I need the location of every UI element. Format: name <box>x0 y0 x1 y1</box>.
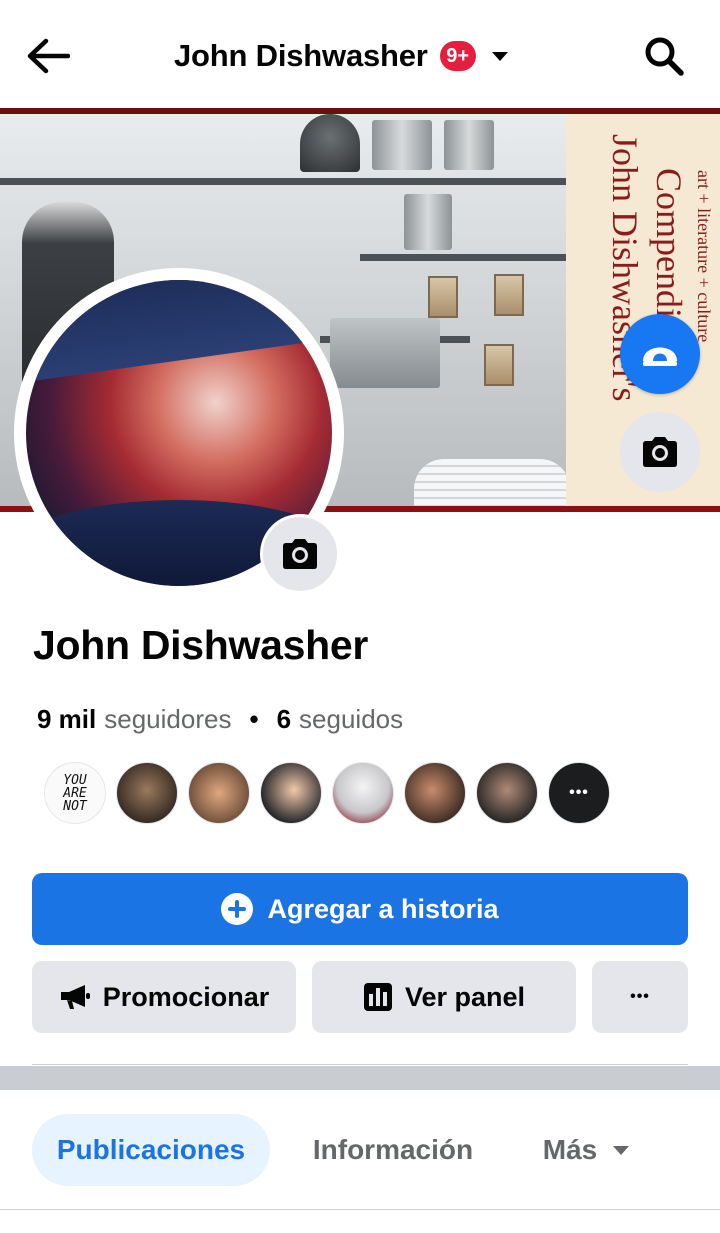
cover-shelf <box>0 178 570 185</box>
cover-portrait <box>428 276 458 318</box>
follower-avatar[interactable] <box>476 762 538 824</box>
more-options-icon: ••• <box>630 988 650 1005</box>
follow-stats: 9 mil seguidores • 6 seguidos <box>37 704 403 735</box>
followers-count: 9 mil <box>37 704 97 734</box>
cover-pot <box>300 114 360 172</box>
camera-icon <box>283 539 317 569</box>
follower-avatar[interactable]: YOU ARE NOT <box>44 762 106 824</box>
cover-app-button[interactable] <box>620 314 700 394</box>
banner-subtitle: art + literature + culture <box>694 170 714 343</box>
follower-avatar[interactable] <box>404 762 466 824</box>
following-count: 6 <box>276 704 292 734</box>
search-button[interactable] <box>638 30 690 82</box>
more-dots: ••• <box>569 784 589 801</box>
app-logo-icon <box>643 347 677 366</box>
megaphone-icon <box>60 985 90 1009</box>
cover-portrait <box>494 274 524 316</box>
tab-label: Información <box>312 1134 474 1165</box>
tab-informacion[interactable]: Información <box>290 1114 496 1186</box>
follower-avatar[interactable] <box>260 762 322 824</box>
header-title: John Dishwasher <box>174 38 428 73</box>
tab-label: Más <box>542 1134 598 1165</box>
cover-portrait <box>484 344 514 386</box>
avatar-camera-button[interactable] <box>260 514 340 594</box>
cover-dish-rack <box>330 318 440 388</box>
profile-tabs: Publicaciones Información Más <box>0 1090 720 1210</box>
following-label: seguidos <box>299 704 404 734</box>
caret-down-icon <box>491 51 508 61</box>
tab-mas[interactable]: Más <box>516 1114 656 1186</box>
profile-switcher[interactable]: John Dishwasher 9+ <box>174 34 508 78</box>
caret-down-icon <box>613 1145 630 1155</box>
secondary-actions: Promocionar Ver panel ••• <box>32 961 688 1033</box>
promote-label: Promocionar <box>102 981 270 1012</box>
back-button[interactable] <box>22 30 74 82</box>
cover-pans <box>404 194 452 250</box>
follower-avatar[interactable] <box>116 762 178 824</box>
camera-icon <box>643 437 677 467</box>
arrow-left-icon <box>27 38 70 74</box>
cover-shelf <box>360 254 570 261</box>
follower-avatar-row: YOU ARE NOT ••• <box>44 762 620 824</box>
bar-chart-icon <box>363 983 392 1011</box>
notification-badge: 9+ <box>439 41 476 71</box>
divider <box>32 1064 688 1065</box>
view-panel-label: Ver panel <box>404 981 526 1012</box>
more-followers-button[interactable]: ••• <box>548 762 610 824</box>
section-separator <box>0 1066 720 1090</box>
cover-plates <box>414 459 570 506</box>
follower-avatar-text: YOU ARE NOT <box>63 772 87 814</box>
tab-label: Publicaciones <box>56 1134 246 1165</box>
top-app-bar: John Dishwasher 9+ <box>0 0 720 108</box>
avatar-hat <box>26 280 332 385</box>
view-panel-button[interactable]: Ver panel <box>312 961 576 1033</box>
following-link[interactable]: 6 seguidos <box>277 704 404 735</box>
search-icon <box>645 37 684 76</box>
cover-camera-button[interactable] <box>620 412 700 492</box>
promote-button[interactable]: Promocionar <box>32 961 296 1033</box>
tab-publicaciones[interactable]: Publicaciones <box>32 1114 270 1186</box>
add-story-label: Agregar a historia <box>267 893 499 924</box>
add-story-button[interactable]: Agregar a historia <box>32 873 688 945</box>
follower-avatar[interactable] <box>332 762 394 824</box>
stats-separator: • <box>249 704 259 734</box>
followers-label: seguidores <box>104 704 232 734</box>
followers-link[interactable]: 9 mil seguidores <box>37 704 231 735</box>
more-options-button[interactable]: ••• <box>592 961 688 1033</box>
plus-circle-icon <box>221 893 254 925</box>
cover-pans <box>372 120 432 170</box>
cover-pans <box>444 120 494 170</box>
profile-name: John Dishwasher <box>33 622 368 668</box>
follower-avatar[interactable] <box>188 762 250 824</box>
